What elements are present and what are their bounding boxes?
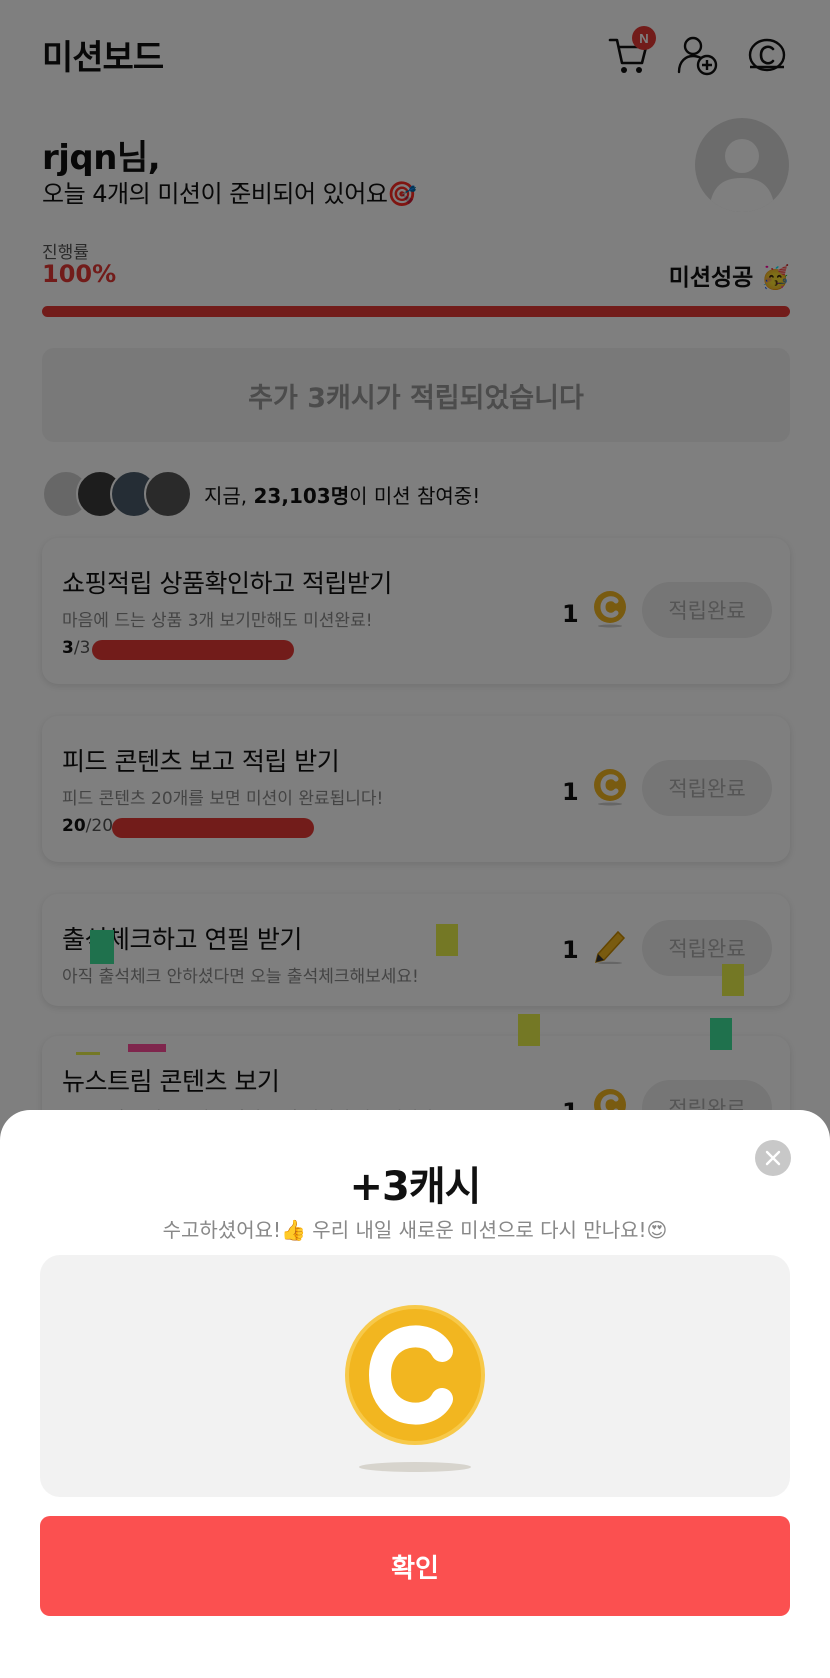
coin-icon xyxy=(345,1305,485,1472)
reward-subtitle: 수고하셨어요!👍 우리 내일 새로운 미션으로 다시 만나요!😍 xyxy=(162,1218,668,1242)
reward-title: +3캐시 xyxy=(349,1164,482,1210)
reward-bottom-sheet: +3캐시 수고하셨어요!👍 우리 내일 새로운 미션으로 다시 만나요!😍 확인 xyxy=(0,1110,830,1678)
confirm-button[interactable]: 확인 xyxy=(40,1516,790,1616)
coin-panel xyxy=(40,1255,790,1497)
